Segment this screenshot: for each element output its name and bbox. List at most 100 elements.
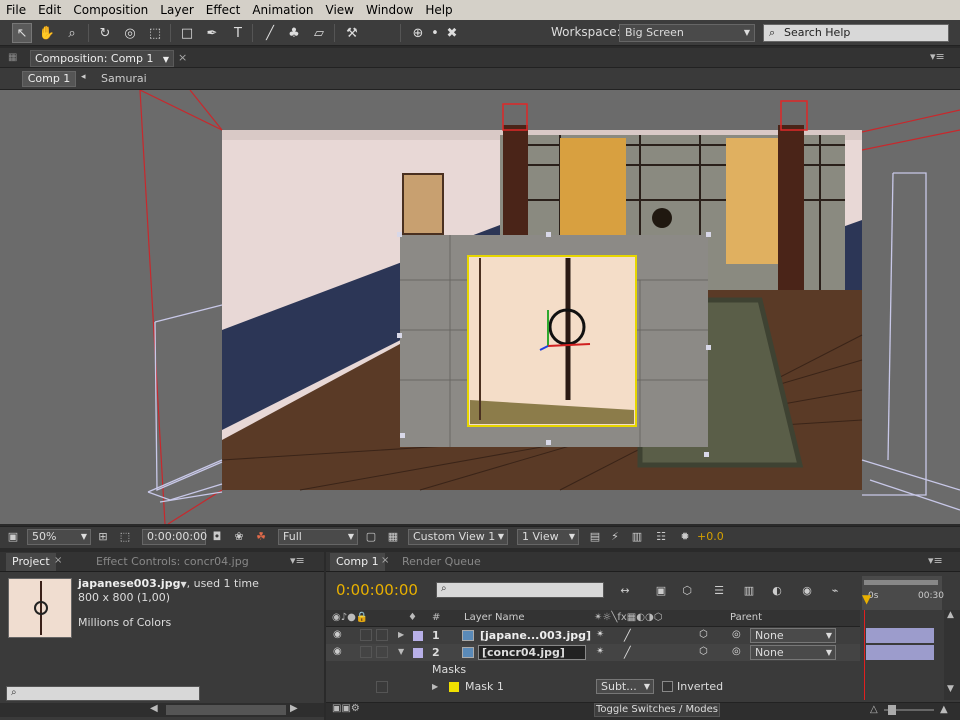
mask-lock-switch[interactable] xyxy=(376,681,388,693)
label-tag-icon[interactable]: ♦ xyxy=(408,612,417,623)
scroll-up-icon[interactable]: ▲ xyxy=(947,610,954,620)
panel-menu-icon[interactable]: ▾≡ xyxy=(930,50,945,63)
region-of-interest-icon[interactable]: ▢ xyxy=(364,530,378,544)
transparency-grid-icon[interactable]: ▦ xyxy=(386,530,400,544)
mask-name[interactable]: Mask 1 xyxy=(465,680,504,693)
project-search-input[interactable]: ⌕ xyxy=(6,686,200,701)
menu-help[interactable]: Help xyxy=(419,3,458,17)
close-icon[interactable]: × xyxy=(54,555,62,566)
mask-mode-dropdown[interactable]: Subt... ▼ xyxy=(596,679,654,694)
rotate-tool-icon[interactable]: ↻ xyxy=(95,23,115,43)
panel-menu-icon[interactable]: ▾≡ xyxy=(290,554,305,567)
menu-window[interactable]: Window xyxy=(360,3,419,17)
shy-switch-icon[interactable]: ✴ xyxy=(596,646,604,657)
3d-layer-icon[interactable]: ⬡ xyxy=(699,646,708,657)
mask-color-swatch[interactable] xyxy=(449,682,459,692)
menu-layer[interactable]: Layer xyxy=(154,3,199,17)
close-icon[interactable]: × xyxy=(178,51,187,64)
parent-dropdown[interactable]: None ▼ xyxy=(750,645,836,660)
project-scrollbar[interactable]: ◀ ▶ xyxy=(0,703,324,717)
playhead-line[interactable] xyxy=(864,610,865,700)
pick-whip-icon[interactable]: ◎ xyxy=(732,629,741,640)
solo-switch[interactable] xyxy=(376,646,388,658)
menu-file[interactable]: File xyxy=(0,3,32,17)
toggle-switches-modes-button[interactable]: Toggle Switches / Modes xyxy=(594,703,720,717)
footer-toggle-icons[interactable]: ▣▣⚙ xyxy=(332,703,360,714)
brainstorm-icon[interactable]: ◉ xyxy=(800,584,814,598)
eye-icon[interactable]: ◉ xyxy=(333,629,342,640)
quality-switch-icon[interactable]: ╱ xyxy=(624,629,631,642)
live-update-icon[interactable]: ▣ xyxy=(654,584,668,598)
audio-switch[interactable] xyxy=(360,629,372,641)
3d-layer-icon[interactable]: ⬡ xyxy=(699,629,708,640)
grid-overlay-icon[interactable]: ⊞ xyxy=(96,530,110,544)
rectangle-tool-icon[interactable]: □ xyxy=(177,23,197,43)
graph-editor-icon[interactable]: ⌁ xyxy=(828,584,842,598)
selection-tool-icon[interactable]: ↖ xyxy=(12,23,32,43)
tab-project[interactable]: Project xyxy=(6,553,56,571)
layer-name[interactable]: [concr04.jpg] xyxy=(478,645,586,660)
camera-snapshot-icon[interactable]: ◘ xyxy=(210,530,224,544)
show-snapshot-icon[interactable]: ❀ xyxy=(232,530,246,544)
playhead-icon[interactable]: ▼ xyxy=(862,592,871,606)
work-area-bar[interactable] xyxy=(864,580,938,585)
draft-3d-icon[interactable]: ⬡ xyxy=(680,584,694,598)
time-ruler[interactable]: 0s 00:30 ▼ xyxy=(862,576,944,610)
view-layout-dropdown[interactable]: 1 View ▼ xyxy=(517,529,579,545)
pick-whip-icon[interactable]: ◎ xyxy=(732,646,741,657)
toggle-pixel-aspect-icon[interactable]: ▤ xyxy=(588,530,602,544)
color-channels-icon[interactable]: ☘ xyxy=(254,530,268,544)
clone-stamp-tool-icon[interactable]: ♣ xyxy=(284,23,304,43)
scroll-left-icon[interactable]: ◀ xyxy=(150,703,158,714)
chevron-down-icon[interactable]: ▼ xyxy=(163,52,169,67)
frame-blending-icon[interactable]: ▥ xyxy=(742,584,756,598)
fast-previews-icon[interactable]: ⚡ xyxy=(608,530,622,544)
layer-duration-bar[interactable] xyxy=(866,628,934,643)
zoom-in-icon[interactable]: ▲ xyxy=(940,704,948,715)
breadcrumb-samurai[interactable]: Samurai xyxy=(101,72,147,85)
always-preview-icon[interactable]: ▣ xyxy=(6,530,20,544)
reset-exposure-icon[interactable]: ✹ xyxy=(678,530,692,544)
parent-dropdown[interactable]: None ▼ xyxy=(750,628,836,643)
eraser-tool-icon[interactable]: ▱ xyxy=(309,23,329,43)
label-color-swatch[interactable] xyxy=(413,631,423,641)
exposure-value[interactable]: +0.0 xyxy=(697,530,724,543)
resolution-dropdown[interactable]: Full ▼ xyxy=(278,529,358,545)
current-time-field[interactable]: 0:00:00:00 xyxy=(142,529,207,545)
quality-switch-icon[interactable]: ╱ xyxy=(624,646,631,659)
label-color-swatch[interactable] xyxy=(413,648,423,658)
hide-shy-layers-icon[interactable]: ☰ xyxy=(712,584,726,598)
layer-duration-bar[interactable] xyxy=(866,645,934,660)
solo-switch[interactable] xyxy=(376,629,388,641)
panel-grip-icon[interactable]: ▦ xyxy=(8,52,22,64)
timeline-search-input[interactable]: ⌕ xyxy=(436,582,604,598)
view-axis-icon[interactable]: ✖ xyxy=(442,23,462,43)
panel-menu-icon[interactable]: ▾≡ xyxy=(928,554,943,567)
menu-composition[interactable]: Composition xyxy=(67,3,154,17)
masks-group-label[interactable]: Masks xyxy=(432,663,466,676)
3d-view-dropdown[interactable]: Custom View 1 ▼ xyxy=(408,529,508,545)
composition-viewer[interactable] xyxy=(0,90,960,524)
tab-render-queue[interactable]: Render Queue xyxy=(396,553,487,571)
expand-arrow-icon[interactable]: ▶ xyxy=(398,630,404,639)
flowchart-icon[interactable]: ☷ xyxy=(654,530,668,544)
puppet-pin-tool-icon[interactable]: ⚒ xyxy=(342,23,362,43)
tab-effect-controls[interactable]: Effect Controls: concr04.jpg xyxy=(90,553,255,571)
brush-tool-icon[interactable]: ╱ xyxy=(260,23,280,43)
eye-icon[interactable]: ◉ xyxy=(333,646,342,657)
tab-comp-timeline[interactable]: Comp 1 xyxy=(330,553,385,571)
tab-composition[interactable]: Composition: Comp 1 ▼ xyxy=(30,50,174,67)
scroll-thumb[interactable] xyxy=(166,705,286,715)
hand-tool-icon[interactable]: ✋ xyxy=(37,23,57,43)
type-tool-icon[interactable]: T xyxy=(228,23,248,43)
shy-switch-icon[interactable]: ✴ xyxy=(596,629,604,640)
zoom-slider-thumb[interactable] xyxy=(888,705,896,715)
audio-switch[interactable] xyxy=(360,646,372,658)
collapse-arrow-icon[interactable]: ▼ xyxy=(398,647,404,656)
timeline-vertical-scrollbar[interactable]: ▲ ▼ xyxy=(944,610,960,700)
pan-behind-tool-icon[interactable]: ⬚ xyxy=(145,23,165,43)
menu-effect[interactable]: Effect xyxy=(200,3,247,17)
orbit-camera-tool-icon[interactable]: ◎ xyxy=(120,23,140,43)
search-help-input[interactable]: ⌕ Search Help xyxy=(763,24,949,42)
menu-view[interactable]: View xyxy=(320,3,360,17)
